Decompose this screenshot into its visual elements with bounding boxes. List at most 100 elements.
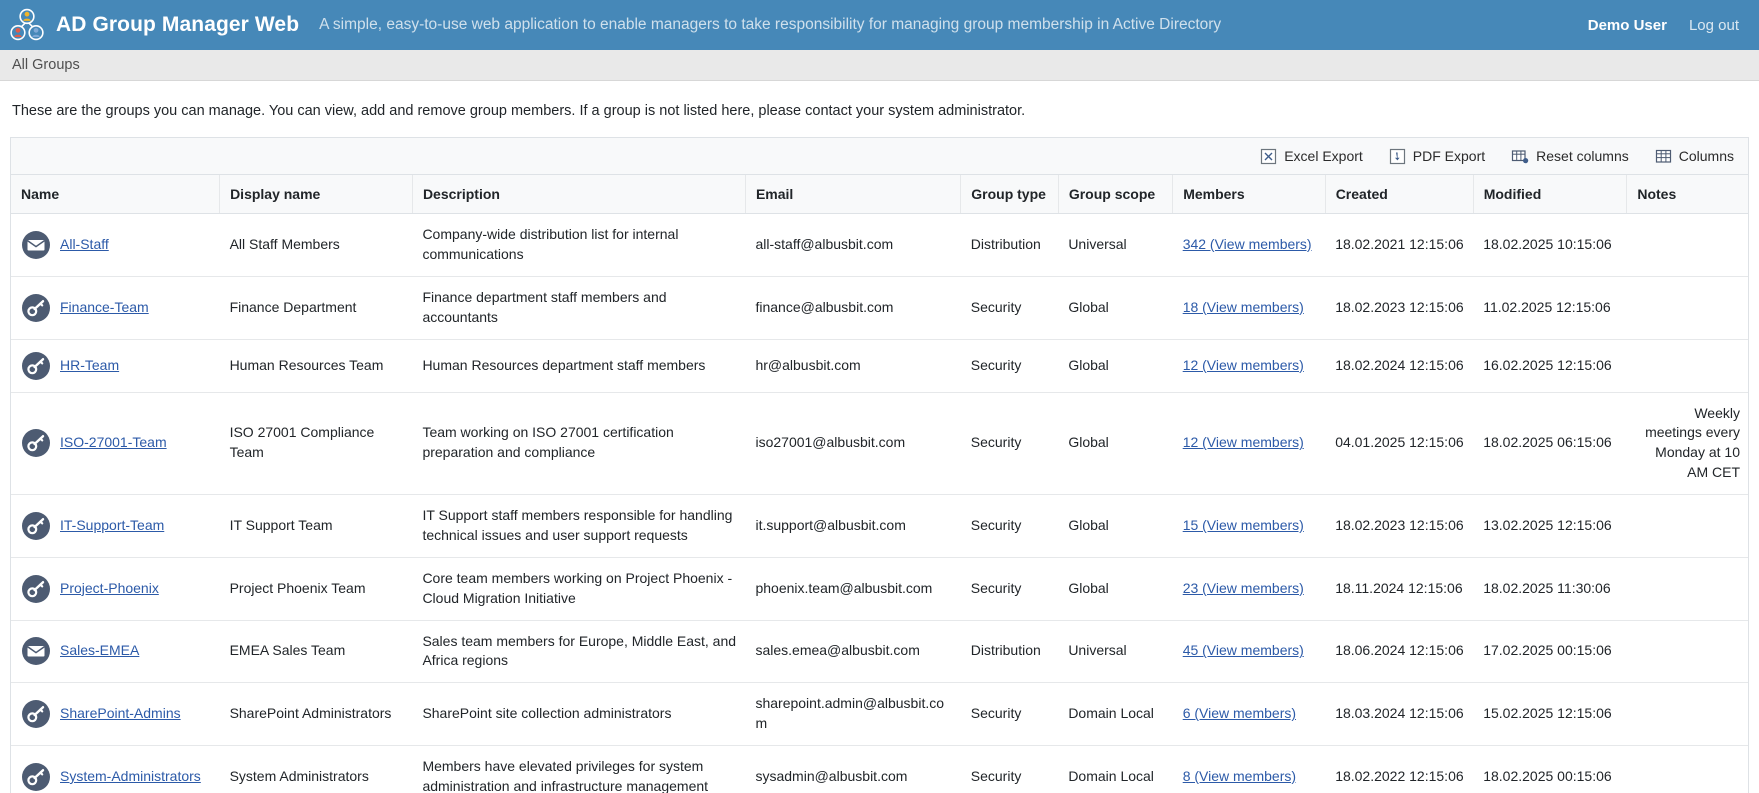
- cell-group-scope: Domain Local: [1058, 682, 1173, 746]
- cell-description: Human Resources department staff members: [412, 339, 746, 393]
- grid-toolbar: Excel Export PDF Export Reset columns Co…: [11, 138, 1748, 175]
- cell-created: 04.01.2025 12:15:06: [1325, 392, 1474, 495]
- cell-members: 6 (View members): [1172, 682, 1326, 746]
- cell-display-name: ISO 27001 Compliance Team: [219, 392, 413, 495]
- cell-created: 18.02.2021 12:15:06: [1325, 213, 1474, 277]
- cell-display-name: Finance Department: [219, 276, 413, 340]
- group-name-link[interactable]: All-Staff: [60, 235, 109, 255]
- column-header-group-type[interactable]: Group type: [960, 175, 1059, 214]
- group-name-link[interactable]: IT-Support-Team: [60, 516, 164, 536]
- app-title: AD Group Manager Web: [56, 13, 300, 36]
- view-members-link[interactable]: 6 (View members): [1183, 705, 1296, 721]
- cell-description: IT Support staff members responsible for…: [412, 494, 746, 558]
- group-name-link[interactable]: HR-Team: [60, 356, 119, 376]
- cell-members: 23 (View members): [1172, 557, 1326, 621]
- cell-group-type: Security: [960, 682, 1059, 746]
- group-name-link[interactable]: System-Administrators: [60, 767, 201, 787]
- cell-created: 18.02.2023 12:15:06: [1325, 276, 1474, 340]
- group-name-link[interactable]: Finance-Team: [60, 298, 149, 318]
- brand-block: AD Group Manager Web: [8, 6, 299, 44]
- cell-modified: 11.02.2025 12:15:06: [1473, 276, 1627, 340]
- cell-group-type: Security: [960, 745, 1059, 793]
- logout-link[interactable]: Log out: [1689, 17, 1739, 34]
- column-header-notes[interactable]: Notes: [1626, 175, 1748, 214]
- key-icon: [22, 293, 50, 322]
- group-name-link[interactable]: Sales-EMEA: [60, 641, 139, 661]
- table-row[interactable]: HR-Team Human Resources Team Human Resourc…: [11, 339, 1748, 393]
- view-members-link[interactable]: 15 (View members): [1183, 517, 1304, 533]
- group-name-cell: All-Staff: [21, 230, 212, 260]
- table-row[interactable]: Sales-EMEA EMEA Sales Team Sales team memb…: [11, 620, 1748, 684]
- cell-display-name: IT Support Team: [219, 494, 413, 558]
- view-members-link[interactable]: 18 (View members): [1183, 299, 1304, 315]
- group-name-cell: Sales-EMEA: [21, 636, 212, 666]
- cell-modified: 18.02.2025 06:15:06: [1473, 392, 1627, 495]
- cell-modified: 18.02.2025 11:30:06: [1473, 557, 1627, 621]
- column-header-description[interactable]: Description: [412, 175, 746, 214]
- cell-group-scope: Global: [1058, 494, 1173, 558]
- pdf-file-icon: [1389, 148, 1405, 164]
- cell-group-type: Security: [960, 557, 1059, 621]
- cell-notes: [1626, 620, 1748, 684]
- group-name-link[interactable]: SharePoint-Admins: [60, 704, 181, 724]
- cell-group-type: Security: [960, 392, 1059, 495]
- cell-notes: Weekly meetings every Monday at 10 AM CE…: [1626, 392, 1748, 495]
- table-row[interactable]: All-Staff All Staff Members Company-wide d…: [11, 213, 1748, 277]
- cell-email: phoenix.team@albusbit.com: [745, 557, 961, 621]
- cell-display-name: System Administrators: [219, 745, 413, 793]
- table-row[interactable]: SharePoint-Admins SharePoint Administrato…: [11, 682, 1748, 746]
- cell-group-type: Security: [960, 339, 1059, 393]
- cell-modified: 18.02.2025 00:15:06: [1473, 745, 1627, 793]
- breadcrumb: All Groups: [0, 50, 1759, 81]
- table-row[interactable]: Project-Phoenix Project Phoenix Team Core …: [11, 557, 1748, 621]
- cell-name: System-Administrators: [11, 745, 220, 793]
- column-header-name[interactable]: Name: [11, 175, 221, 214]
- cell-created: 18.03.2024 12:15:06: [1325, 682, 1474, 746]
- cell-members: 18 (View members): [1172, 276, 1326, 340]
- excel-export-label: Excel Export: [1284, 148, 1363, 164]
- cell-group-scope: Global: [1058, 339, 1173, 393]
- columns-button[interactable]: Columns: [1655, 148, 1734, 165]
- cell-display-name: Human Resources Team: [219, 339, 413, 393]
- group-name-link[interactable]: ISO-27001-Team: [60, 433, 167, 453]
- group-name-cell: IT-Support-Team: [21, 511, 212, 541]
- view-members-link[interactable]: 8 (View members): [1183, 768, 1296, 784]
- column-header-group-scope[interactable]: Group scope: [1058, 175, 1174, 214]
- cell-description: Members have elevated privileges for sys…: [412, 745, 746, 793]
- column-header-email[interactable]: Email: [745, 175, 962, 214]
- column-header-created[interactable]: Created: [1325, 175, 1474, 214]
- table-row[interactable]: ISO-27001-Team ISO 27001 Compliance Team T…: [11, 392, 1748, 495]
- group-hierarchy-icon: [10, 8, 44, 41]
- table-row[interactable]: Finance-Team Finance Department Finance de…: [11, 276, 1748, 340]
- reset-columns-icon: [1512, 149, 1529, 163]
- view-members-link[interactable]: 23 (View members): [1183, 580, 1304, 596]
- view-members-link[interactable]: 45 (View members): [1183, 642, 1304, 658]
- cell-group-scope: Universal: [1058, 213, 1173, 277]
- cell-group-scope: Universal: [1058, 620, 1173, 684]
- header-user-area: Demo User Log out: [1588, 17, 1739, 34]
- cell-notes: [1626, 557, 1748, 621]
- view-members-link[interactable]: 12 (View members): [1183, 434, 1304, 450]
- column-header-display-name[interactable]: Display name: [219, 175, 413, 214]
- table-row[interactable]: System-Administrators System Administrato…: [11, 745, 1748, 793]
- group-name-cell: System-Administrators: [21, 762, 212, 792]
- column-header-modified[interactable]: Modified: [1473, 175, 1628, 214]
- view-members-link[interactable]: 342 (View members): [1183, 236, 1312, 252]
- column-header-members[interactable]: Members: [1172, 175, 1326, 214]
- reset-columns-button[interactable]: Reset columns: [1511, 148, 1629, 165]
- table-row[interactable]: IT-Support-Team IT Support Team IT Support…: [11, 494, 1748, 558]
- current-user-name: Demo User: [1587, 16, 1667, 34]
- breadcrumb-item-all-groups[interactable]: All Groups: [12, 57, 80, 73]
- envelope-icon: [22, 637, 50, 666]
- key-icon: [22, 574, 50, 603]
- excel-export-button[interactable]: Excel Export: [1260, 148, 1363, 165]
- table-body: All-Staff All Staff Members Company-wide d…: [11, 213, 1748, 793]
- columns-label: Columns: [1678, 148, 1734, 164]
- group-name-link[interactable]: Project-Phoenix: [60, 579, 159, 599]
- pdf-export-button[interactable]: PDF Export: [1389, 148, 1485, 165]
- key-icon: [22, 700, 50, 729]
- cell-email: hr@albusbit.com: [745, 339, 961, 393]
- cell-email: sales.emea@albusbit.com: [745, 620, 961, 684]
- cell-display-name: All Staff Members: [219, 213, 413, 277]
- view-members-link[interactable]: 12 (View members): [1183, 357, 1304, 373]
